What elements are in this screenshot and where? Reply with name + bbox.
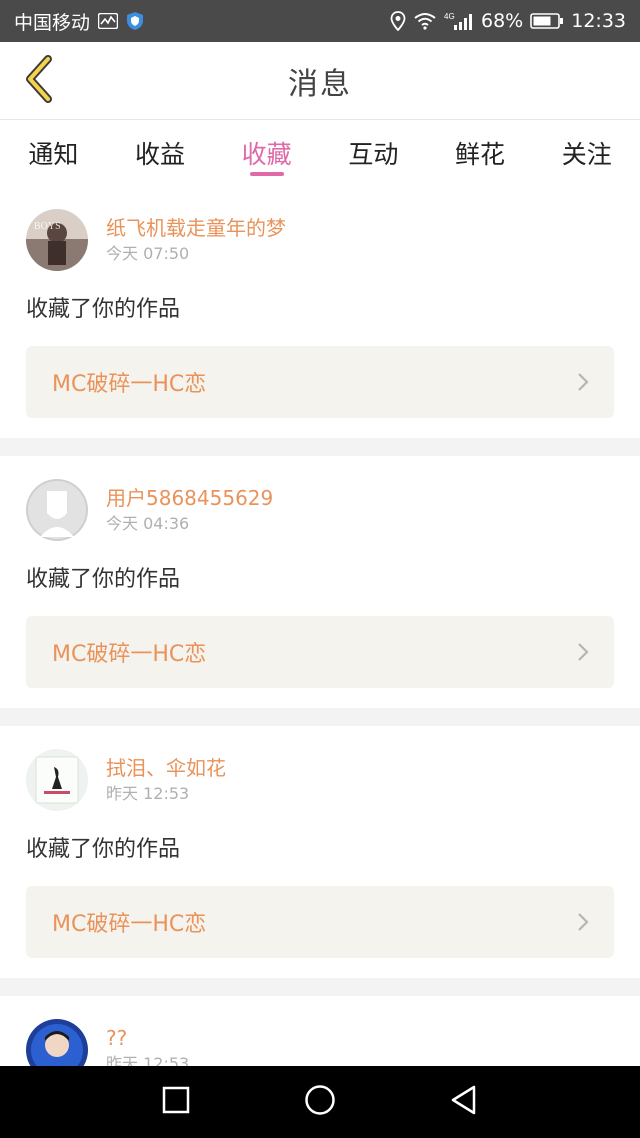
wifi-icon [413, 12, 437, 30]
username-link[interactable]: 拭泪、伞如花 [106, 754, 226, 782]
battery-percent: 68% [481, 10, 524, 32]
message-feed[interactable]: BOYS 纸飞机载走童年的梦 今天 07:50 收藏了你的作品 MC破碎一HC恋… [0, 186, 640, 1066]
system-nav-bar [0, 1066, 640, 1138]
message-time: 昨天 12:53 [106, 1054, 190, 1066]
username-link[interactable]: 用户5868455629 [106, 484, 273, 512]
work-link[interactable]: MC破碎一HC恋 [26, 346, 614, 418]
recent-apps-button[interactable] [154, 1080, 198, 1124]
work-link[interactable]: MC破碎一HC恋 [26, 616, 614, 688]
tab-favorites[interactable]: 收藏 [213, 120, 320, 186]
app-header: 消息 [0, 42, 640, 120]
avatar[interactable]: BOYS [26, 209, 88, 271]
svg-text:BOYS: BOYS [34, 221, 61, 232]
active-tab-indicator [249, 172, 284, 176]
back-button[interactable] [14, 54, 64, 108]
location-icon [390, 11, 406, 31]
system-back-button[interactable] [442, 1080, 486, 1124]
action-text: 收藏了你的作品 [26, 567, 181, 592]
action-text: 收藏了你的作品 [26, 297, 181, 322]
chevron-right-icon [576, 641, 590, 663]
svg-text:4G: 4G [444, 12, 455, 21]
circle-icon [304, 1084, 336, 1120]
work-title: MC破碎一HC恋 [52, 912, 207, 937]
avatar[interactable] [26, 1019, 88, 1066]
message-card: 用户5868455629 今天 04:36 收藏了你的作品 MC破碎一HC恋 [0, 456, 640, 708]
avatar[interactable] [26, 749, 88, 811]
chevron-right-icon [576, 371, 590, 393]
work-title: MC破碎一HC恋 [52, 642, 207, 667]
back-chevron-icon [22, 55, 56, 107]
tab-interactions[interactable]: 互动 [320, 120, 427, 186]
message-card: BOYS 纸飞机载走童年的梦 今天 07:50 收藏了你的作品 MC破碎一HC恋 [0, 186, 640, 438]
username-link[interactable]: 纸飞机载走童年的梦 [106, 214, 286, 242]
shield-icon [126, 11, 144, 31]
triangle-back-icon [449, 1084, 479, 1120]
message-card: ?? 昨天 12:53 [0, 996, 640, 1066]
tab-earnings[interactable]: 收益 [107, 120, 214, 186]
message-time: 今天 07:50 [106, 244, 190, 263]
avatar[interactable] [26, 479, 88, 541]
tab-flowers[interactable]: 鲜花 [427, 120, 534, 186]
tab-notifications[interactable]: 通知 [0, 120, 107, 186]
home-button[interactable] [298, 1080, 342, 1124]
clock: 12:33 [571, 10, 626, 32]
message-card: 拭泪、伞如花 昨天 12:53 收藏了你的作品 MC破碎一HC恋 [0, 726, 640, 978]
message-time: 昨天 12:53 [106, 784, 190, 803]
message-time: 今天 04:36 [106, 514, 190, 533]
square-icon [162, 1086, 190, 1118]
username-link[interactable]: ?? [106, 1024, 189, 1052]
signal-icon: 4G [444, 11, 474, 31]
carrier-label: 中国移动 [14, 11, 91, 34]
tab-bar: 通知 收益 收藏 互动 鲜花 关注 [0, 120, 640, 186]
work-link[interactable]: MC破碎一HC恋 [26, 886, 614, 958]
chevron-right-icon [576, 911, 590, 933]
tab-following[interactable]: 关注 [533, 120, 640, 186]
status-bar: 中国移动 4G 68% 12:33 [0, 0, 640, 42]
page-title: 消息 [288, 66, 352, 102]
battery-icon [530, 12, 564, 30]
work-title: MC破碎一HC恋 [52, 372, 207, 397]
activity-icon [98, 13, 119, 29]
action-text: 收藏了你的作品 [26, 837, 181, 862]
